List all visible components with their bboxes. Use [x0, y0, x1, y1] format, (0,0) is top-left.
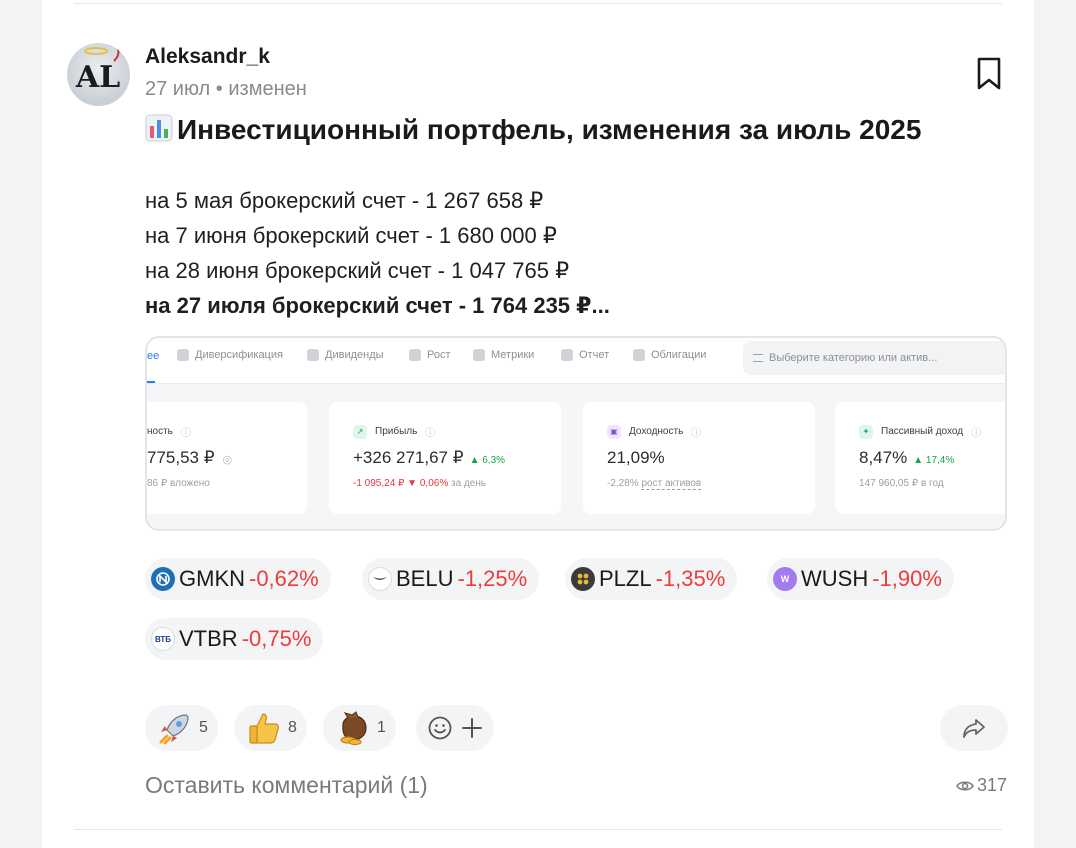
stat-label: ✦ Пассивный доход ⓘ: [859, 424, 981, 439]
ticker-symbol: GMKN: [179, 566, 245, 591]
ticker-change: -0,75%: [241, 626, 312, 651]
ticker-symbol: VTBR: [179, 626, 238, 651]
wush-logo-icon: W: [773, 567, 797, 591]
tab-metrics: Метрики: [473, 349, 534, 361]
belu-logo-icon: [368, 567, 392, 591]
stat-sub: -1 095,24 ₽ ▼ 0,06% за день: [353, 478, 487, 489]
sparkle-icon: ✦: [859, 424, 873, 439]
bookmark-icon: [977, 57, 1001, 90]
avatar[interactable]: AL: [67, 43, 130, 106]
stat-value: 21,09%: [607, 448, 665, 467]
reaction-count: 1: [377, 719, 386, 736]
stat-label: ность ⓘ: [147, 426, 191, 439]
reaction-thumbs-up[interactable]: 8: [234, 705, 307, 751]
ticker-change: -1,25%: [457, 566, 528, 591]
tab-diversification: Диверсификация: [177, 349, 283, 361]
author-name[interactable]: Aleksandr_k: [145, 45, 270, 69]
rocket-icon: [155, 708, 195, 748]
stat-card-passive-income: ✦ Пассивный доход ⓘ 8,47% ▲ 17,4% 147 960,0…: [835, 402, 1005, 514]
report-icon: [561, 349, 573, 361]
category-search: Выберите категорию или актив...: [743, 341, 1005, 375]
meta-separator: •: [215, 78, 223, 100]
tab-active-indicator: [147, 381, 155, 383]
pulse-icon: [473, 349, 485, 361]
rocket-icon: [409, 349, 421, 361]
ticker-chip-wush[interactable]: W WUSH -1,90%: [767, 558, 954, 600]
ticker-chip-belu[interactable]: BELU -1,25%: [362, 558, 540, 600]
ticker-chip-gmkn[interactable]: GMKN -0,62%: [145, 558, 331, 600]
edited-label: изменен: [228, 78, 307, 100]
stat-sub: -2,28% рост активов: [607, 478, 702, 490]
post-body: на 5 мая брокерский счет - 1 267 658 ₽ н…: [145, 183, 985, 323]
bar-chart-icon: [145, 114, 173, 142]
ticker-symbol: PLZL: [599, 566, 652, 591]
stat-card-value: ность ⓘ 775,53 ₽ ◎ 86 ₽ вложено: [147, 402, 307, 514]
ticker-change: -1,35%: [655, 566, 726, 591]
bottom-divider: [74, 829, 1002, 830]
stat-value: +326 271,67 ₽ ▲ 6,3%: [353, 448, 506, 467]
stat-label: ▣ Доходность ⓘ: [607, 424, 701, 439]
views-count: 317: [977, 775, 1008, 795]
stat-sub: 86 ₽ вложено: [147, 478, 210, 489]
ticker-chip-plzl[interactable]: PLZL -1,35%: [565, 558, 738, 600]
tab-overview: ее: [147, 350, 160, 362]
category-search-placeholder: Выберите категорию или актив...: [769, 352, 938, 364]
filter-icon: [753, 354, 763, 362]
table-icon: [307, 349, 319, 361]
stat-value: 775,53 ₽ ◎: [147, 448, 233, 467]
post-line-1: на 5 мая брокерский счет - 1 267 658 ₽: [145, 188, 544, 213]
ticker-chip-vtbr[interactable]: ВТБ VTBR -0,75%: [145, 618, 324, 660]
post-line-2: на 7 июня брокерский счет - 1 680 000 ₽: [145, 223, 557, 248]
trend-icon: ↗: [353, 424, 367, 439]
bookmark-button[interactable]: [973, 57, 1005, 91]
avatar-image: AL: [75, 47, 120, 95]
stat-label: ↗ Прибыль ⓘ: [353, 424, 435, 439]
add-reaction-button[interactable]: [416, 705, 494, 751]
share-icon: [963, 719, 985, 738]
stat-card-profit: ↗ Прибыль ⓘ +326 271,67 ₽ ▲ 6,3% -1 095,24 …: [329, 402, 561, 514]
reaction-count: 5: [199, 719, 208, 736]
money-bag-icon: [333, 708, 373, 748]
post-line-3: на 28 июня брокерский счет - 1 047 765 ₽: [145, 258, 570, 283]
portfolio-screenshot[interactable]: ее Диверсификация Дивиденды Рост Метрики…: [145, 336, 1007, 531]
ticker-change: -1,90%: [872, 566, 942, 591]
calendar-icon: ▣: [607, 424, 621, 439]
post-date: 27 июл: [145, 78, 211, 100]
post-title: Инвестиционный портфель, изменения за ию…: [145, 113, 965, 147]
tab-bonds: Облигации: [633, 349, 706, 361]
stat-sub: 147 960,05 ₽ в год: [859, 478, 944, 489]
document-icon: [633, 349, 645, 361]
thumbs-up-icon: [244, 708, 284, 748]
reaction-count: 8: [288, 719, 297, 736]
ticker-symbol: BELU: [396, 566, 454, 591]
plzl-logo-icon: [571, 567, 595, 591]
reaction-money-bag[interactable]: 1: [323, 705, 396, 751]
share-button[interactable]: [940, 705, 1008, 751]
vtbr-logo-icon: ВТБ: [151, 627, 175, 651]
pie-icon: [177, 349, 189, 361]
stat-card-yield: ▣ Доходность ⓘ 21,09% -2,28% рост активов: [583, 402, 815, 514]
eye-icon: [956, 781, 974, 790]
stat-value: 8,47% ▲ 17,4%: [859, 448, 955, 467]
gmkn-logo-icon: [151, 567, 175, 591]
post-title-text: Инвестиционный портфель, изменения за ию…: [177, 114, 922, 145]
top-divider: [74, 3, 1002, 4]
svg-text:AL: AL: [75, 60, 120, 95]
ticker-change: -0,62%: [249, 566, 319, 591]
post-meta: 27 июл • изменен: [145, 78, 307, 101]
tab-report: Отчет: [561, 349, 609, 361]
reaction-rocket[interactable]: 5: [145, 705, 218, 751]
screenshot-nav: ее Диверсификация Дивиденды Рост Метрики…: [147, 338, 1005, 384]
post-card: AL Aleksandr_k 27 июл • изменен Инвестиц…: [42, 0, 1034, 848]
tab-dividends: Дивиденды: [307, 349, 384, 361]
smiley-icon: [428, 716, 452, 740]
post-line-bold[interactable]: на 27 июля брокерский счет - 1 764 235 ₽…: [145, 288, 985, 323]
plus-icon: [462, 718, 482, 738]
views-counter: 317: [956, 775, 1007, 796]
eye-off-icon: ◎: [222, 454, 233, 466]
leave-comment-link[interactable]: Оставить комментарий (1): [145, 772, 428, 799]
ticker-symbol: WUSH: [801, 566, 869, 591]
tab-growth: Рост: [409, 349, 451, 361]
